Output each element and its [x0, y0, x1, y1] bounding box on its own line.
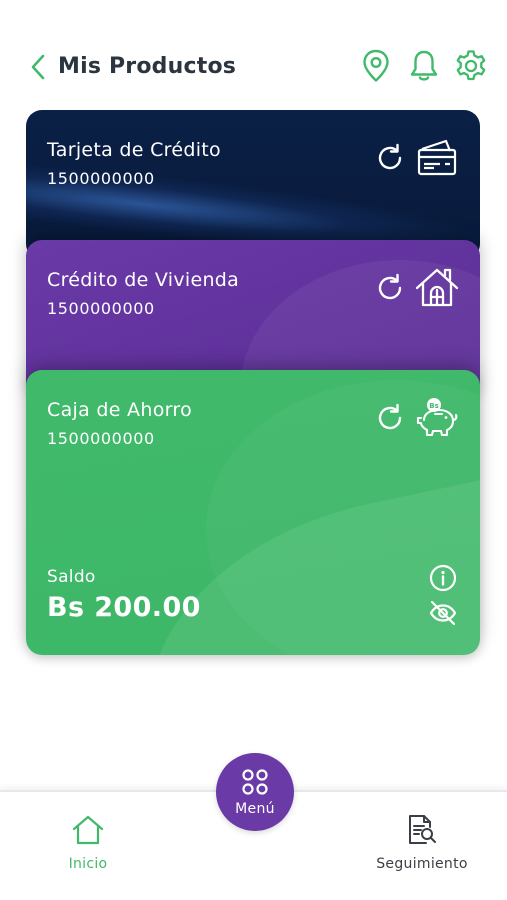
back-button[interactable] — [26, 52, 50, 82]
eye-slash-icon — [429, 600, 457, 626]
bell-icon — [410, 50, 438, 81]
location-pin-icon — [363, 49, 389, 82]
refresh-icon — [378, 143, 402, 170]
credit-card-product[interactable]: Tarjeta de Crédito 1500000000 — [26, 110, 480, 260]
refresh-button[interactable] — [372, 400, 408, 436]
chevron-left-icon — [31, 54, 45, 80]
product-name: Crédito de Vivienda — [47, 269, 240, 291]
product-number: 1500000000 — [47, 169, 155, 188]
refresh-button[interactable] — [372, 270, 408, 306]
nav-tracking[interactable]: Seguimiento — [362, 812, 482, 882]
info-button[interactable] — [428, 563, 458, 593]
menu-button[interactable]: Menú — [216, 753, 294, 831]
product-name: Caja de Ahorro — [47, 399, 193, 421]
notifications-button[interactable] — [407, 48, 441, 84]
credit-card-icon — [414, 134, 460, 180]
nav-home-label: Inicio — [68, 856, 108, 872]
gear-icon — [456, 50, 486, 81]
piggy-bank-icon: Bs — [414, 394, 460, 440]
nav-tracking-label: Seguimiento — [376, 856, 468, 872]
svg-text:Bs: Bs — [429, 402, 439, 410]
info-icon — [429, 564, 457, 592]
refresh-icon — [378, 403, 402, 430]
savings-account-product[interactable]: Caja de Ahorro 1500000000 Bs Saldo Bs 20… — [26, 370, 480, 655]
balance-value: Bs 200.00 — [47, 592, 201, 623]
home-icon — [70, 812, 106, 848]
house-icon — [414, 264, 460, 310]
balance-label: Saldo — [47, 567, 96, 587]
toggle-balance-visibility-button[interactable] — [427, 598, 459, 628]
product-name: Tarjeta de Crédito — [47, 139, 221, 161]
page-title: Mis Productos — [58, 54, 237, 79]
document-search-icon — [404, 812, 440, 848]
refresh-icon — [378, 273, 402, 300]
refresh-button[interactable] — [372, 140, 408, 176]
product-number: 1500000000 — [47, 299, 155, 318]
menu-label: Menú — [235, 801, 275, 817]
product-number: 1500000000 — [47, 429, 155, 448]
location-button[interactable] — [359, 48, 393, 84]
settings-button[interactable] — [454, 48, 488, 84]
nav-home[interactable]: Inicio — [28, 812, 148, 882]
grid-dots-icon — [242, 769, 268, 795]
